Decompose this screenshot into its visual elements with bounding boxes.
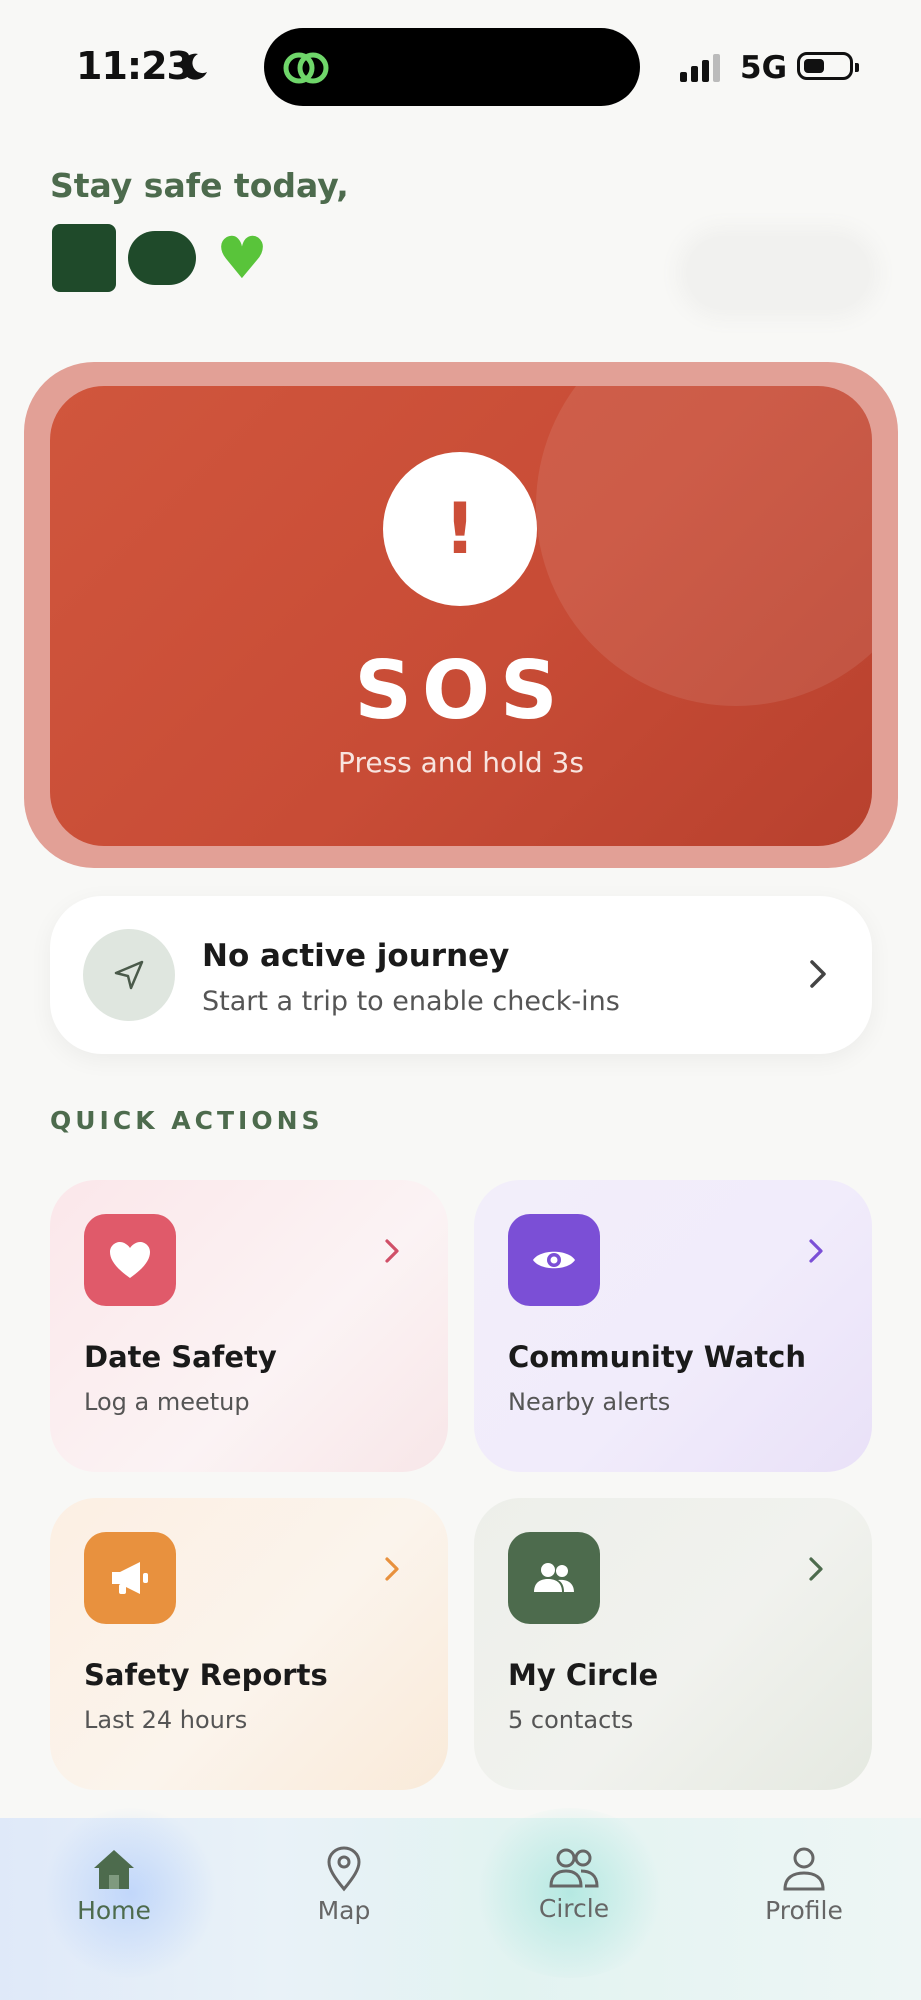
journey-subtitle: Start a trip to enable check-ins: [202, 986, 620, 1017]
tab-label: Home: [77, 1896, 151, 1925]
tab-home[interactable]: Home: [34, 1846, 194, 1946]
chevron-right-icon: [385, 1557, 399, 1581]
chevron-right-icon: [810, 960, 826, 988]
action-title: Safety Reports: [84, 1658, 328, 1692]
tab-label: Map: [317, 1896, 371, 1925]
quick-actions-heading: QUICK ACTIONS: [50, 1106, 324, 1135]
alert-icon: !: [383, 452, 537, 606]
megaphone-icon: [84, 1532, 176, 1624]
network-type: 5G: [740, 50, 788, 86]
safety-reports-card[interactable]: Safety Reports Last 24 hours: [50, 1498, 448, 1790]
tab-label: Circle: [538, 1894, 610, 1923]
map-pin-icon: [327, 1846, 361, 1892]
user-name-blur: [52, 224, 116, 292]
action-subtitle: 5 contacts: [508, 1706, 634, 1734]
chevron-right-icon: [385, 1239, 399, 1263]
action-subtitle: Nearby alerts: [508, 1388, 671, 1416]
blurred-header-button[interactable]: [686, 236, 870, 310]
chevron-right-icon: [809, 1239, 823, 1263]
green-heart-icon: ♥: [216, 224, 268, 292]
action-subtitle: Last 24 hours: [84, 1706, 248, 1734]
eye-icon: [508, 1214, 600, 1306]
my-circle-card[interactable]: My Circle 5 contacts: [474, 1498, 872, 1790]
sos-subtitle: Press and hold 3s: [338, 746, 584, 779]
greeting-text: Stay safe today,: [50, 166, 349, 205]
chevron-right-icon: [809, 1557, 823, 1581]
tab-map[interactable]: Map: [264, 1846, 424, 1946]
community-watch-card[interactable]: Community Watch Nearby alerts: [474, 1180, 872, 1472]
action-title: My Circle: [508, 1658, 659, 1692]
people-icon: [508, 1532, 600, 1624]
moon-icon: [182, 53, 207, 80]
tab-label: Profile: [765, 1896, 843, 1925]
tab-profile[interactable]: Profile: [724, 1846, 884, 1946]
sos-button[interactable]: ! SOS Press and hold 3s: [50, 386, 872, 846]
tab-circle[interactable]: Circle: [494, 1846, 654, 1946]
user-name-blur: [128, 231, 196, 285]
date-safety-card[interactable]: Date Safety Log a meetup: [50, 1180, 448, 1472]
sos-title: SOS: [354, 644, 568, 737]
home-icon: [94, 1850, 134, 1889]
app-link-icon: [283, 52, 329, 84]
people-icon: [549, 1848, 599, 1888]
heart-icon: [84, 1214, 176, 1306]
battery-icon: [797, 52, 859, 80]
action-title: Date Safety: [84, 1340, 277, 1374]
status-time: 11:23: [76, 44, 193, 88]
signal-icon: [680, 54, 720, 82]
journey-card[interactable]: No active journey Start a trip to enable…: [50, 896, 872, 1054]
user-name: ♥: [52, 224, 268, 292]
alert-glyph: !: [444, 488, 476, 570]
journey-title: No active journey: [202, 938, 510, 974]
status-bar: 11:23 5G: [0, 0, 921, 130]
profile-icon: [783, 1847, 825, 1891]
action-title: Community Watch: [508, 1340, 806, 1374]
tab-bar: Home Map Circle Profile: [0, 1808, 921, 2000]
navigation-arrow-icon: [83, 929, 175, 1021]
action-subtitle: Log a meetup: [84, 1388, 250, 1416]
